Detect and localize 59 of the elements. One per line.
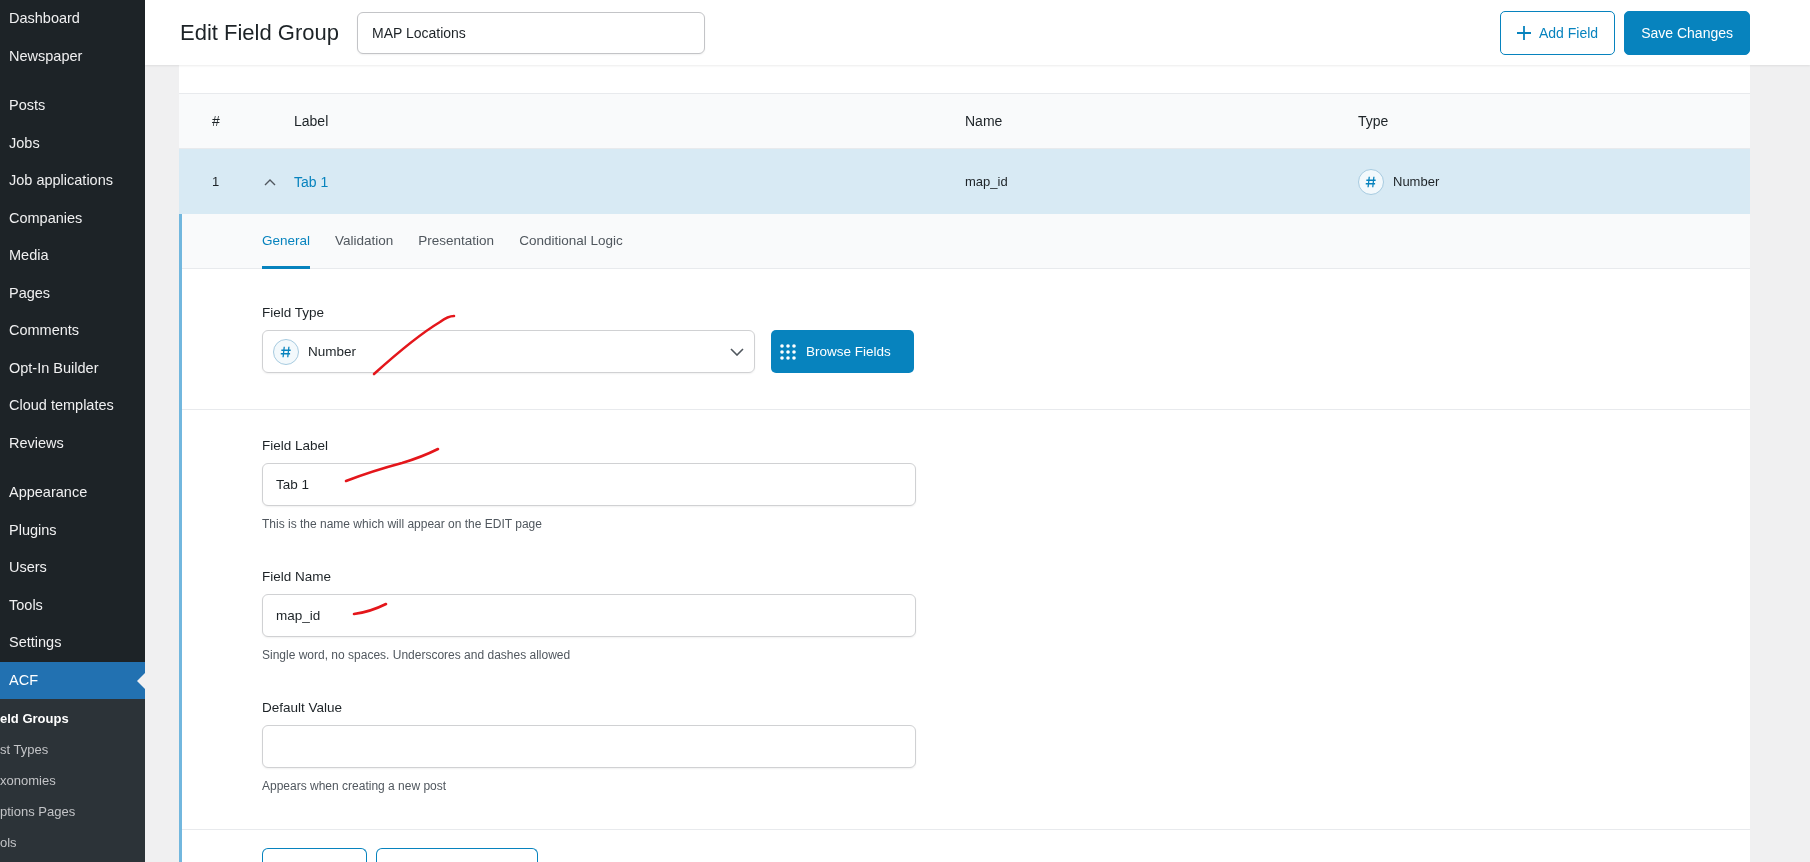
settings-tab[interactable]: Presentation <box>418 214 495 269</box>
column-header: Name <box>965 113 1004 129</box>
settings-tab[interactable]: Validation <box>335 214 394 269</box>
field-hint: This is the name which will appear on the EDIT page <box>262 517 543 531</box>
field-label: Field Name <box>262 569 333 584</box>
field-label: Default Value <box>262 700 344 715</box>
menu-item[interactable]: Media <box>0 237 145 275</box>
settings-tab[interactable]: General <box>262 214 311 269</box>
menu-item[interactable]: ACF <box>0 661 145 699</box>
menu-item[interactable]: Appearance <box>0 474 145 512</box>
current-arrow-icon <box>137 672 145 689</box>
column-header: Type <box>1358 113 1390 129</box>
text-field[interactable]: map_id <box>262 594 916 637</box>
add-field-button[interactable]: Add Field <box>1500 10 1616 55</box>
menu-item[interactable]: Settings <box>0 624 145 662</box>
column-header: Label <box>294 113 330 129</box>
menu-item[interactable]: Opt-In Builder <box>0 349 145 387</box>
menu-item[interactable]: Plugins <box>0 511 145 549</box>
chevron-icon[interactable] <box>264 178 276 186</box>
field-label: Field Label <box>262 438 330 453</box>
menu-item[interactable]: Reviews <box>0 424 145 462</box>
submenu-item[interactable]: ols <box>0 827 145 858</box>
dropdown-chevron-icon <box>730 348 744 356</box>
row-number: 1 <box>212 174 221 189</box>
text-field[interactable] <box>262 725 916 768</box>
menu-item[interactable]: Users <box>0 549 145 587</box>
field-label-link[interactable]: Tab 1 <box>294 173 965 190</box>
column-header: # <box>212 113 221 129</box>
settings-tab[interactable]: Conditional Logic <box>519 214 623 269</box>
menu-item[interactable]: Newspaper <box>0 37 145 75</box>
menu-item[interactable]: Cloud templates <box>0 387 145 425</box>
submenu-item[interactable]: ptions Pages <box>0 796 145 827</box>
menu-item[interactable]: Pages <box>0 274 145 312</box>
field-type: Number <box>1393 174 1440 189</box>
field-row[interactable]: 1 Tab 1 map_id Number <box>179 149 1750 214</box>
field-label: Field Type <box>262 305 326 320</box>
menu-item[interactable]: Posts <box>0 87 145 125</box>
hash-icon <box>273 338 299 365</box>
plus-icon <box>1517 25 1531 40</box>
browse-fields-button[interactable]: Browse Fields <box>771 330 914 373</box>
hash-icon <box>1358 168 1384 195</box>
submenu-item[interactable]: st Types <box>0 734 145 765</box>
grid-icon <box>780 343 796 360</box>
field-type-select[interactable]: Number <box>262 330 755 373</box>
menu-item[interactable]: Comments <box>0 312 145 350</box>
menu-item[interactable]: Jobs <box>0 124 145 162</box>
page-title: Edit Field Group <box>180 19 339 46</box>
save-button[interactable]: Save Changes <box>1624 10 1750 55</box>
menu-item[interactable]: Dashboard <box>0 0 145 38</box>
menu-item[interactable]: Tools <box>0 586 145 624</box>
menu-item[interactable]: Job applications <box>0 162 145 200</box>
field-name: map_id <box>965 174 1009 189</box>
submenu-item[interactable]: eld Groups <box>0 703 145 734</box>
submenu-item[interactable]: xonomies <box>0 765 145 796</box>
field-hint: Single word, no spaces. Underscores and dashes allowed <box>262 648 572 662</box>
text-field[interactable]: Tab 1 <box>262 463 916 506</box>
field-hint: Appears when creating a new post <box>262 779 448 793</box>
menu-item[interactable]: Companies <box>0 199 145 237</box>
group-title-field[interactable]: MAP Locations <box>356 11 705 54</box>
